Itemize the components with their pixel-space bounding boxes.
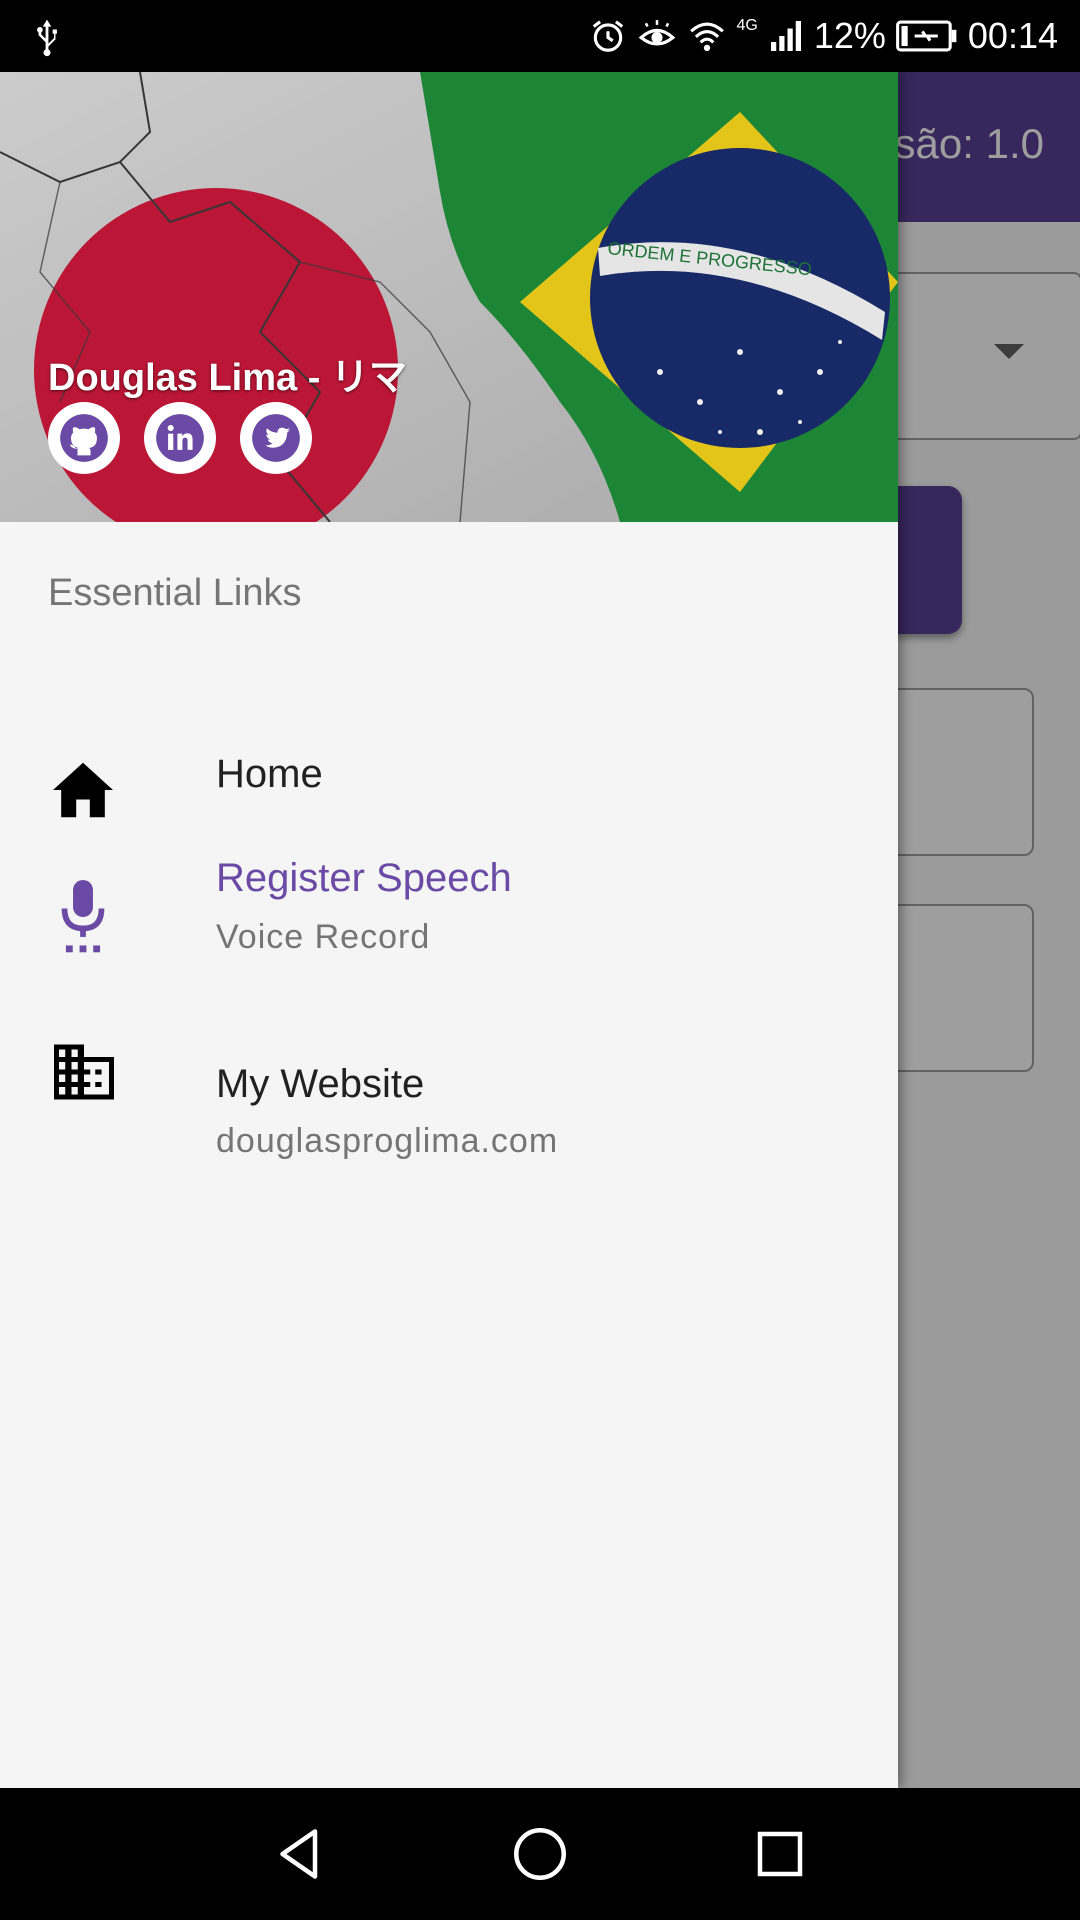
navigation-drawer: ORDEM E PROGRESSO Douglas Lima - リマ bbox=[0, 72, 898, 1788]
user-name: Douglas Lima - リマ bbox=[48, 357, 407, 399]
recents-icon[interactable] bbox=[750, 1824, 810, 1884]
menu-item-my-website[interactable]: My Website douglasproglima.com bbox=[0, 986, 898, 1160]
system-navigation-bar bbox=[0, 1788, 1080, 1920]
home-icon bbox=[53, 762, 113, 818]
clock: 00:14 bbox=[967, 15, 1058, 56]
signal-icon bbox=[770, 21, 801, 51]
alarm-icon bbox=[592, 20, 623, 52]
linkedin-button[interactable] bbox=[144, 402, 216, 474]
mic-icon bbox=[61, 880, 105, 953]
battery-percent: 12% bbox=[813, 15, 886, 56]
twitter-icon bbox=[252, 414, 300, 462]
menu-item-home[interactable]: Home bbox=[0, 712, 898, 852]
business-icon bbox=[54, 1044, 114, 1100]
battery-charging-icon bbox=[895, 20, 957, 52]
menu-item-subtitle: Voice Record bbox=[216, 918, 431, 956]
menu-item-title: My Website bbox=[216, 1062, 425, 1106]
linkedin-icon bbox=[156, 414, 204, 462]
flags-background-image: ORDEM E PROGRESSO bbox=[0, 72, 898, 522]
wifi-icon bbox=[689, 22, 724, 52]
menu-item-title: Home bbox=[216, 752, 323, 796]
section-title: Essential Links bbox=[48, 572, 302, 614]
status-bar: 4G 12% 00:14 bbox=[0, 0, 1080, 72]
menu-item-subtitle: douglasproglima.com bbox=[216, 1122, 559, 1160]
eye-comfort-icon bbox=[638, 20, 675, 46]
drawer-header: ORDEM E PROGRESSO Douglas Lima - リマ bbox=[0, 72, 898, 522]
github-button[interactable] bbox=[48, 402, 120, 474]
menu-item-title: Register Speech bbox=[216, 856, 512, 900]
home-nav-icon[interactable] bbox=[510, 1824, 570, 1884]
menu-item-register-speech[interactable]: Register Speech Voice Record bbox=[0, 832, 898, 982]
network-type: 4G bbox=[736, 17, 758, 34]
twitter-button[interactable] bbox=[240, 402, 312, 474]
usb-icon bbox=[37, 19, 57, 57]
github-icon bbox=[60, 414, 108, 462]
back-icon[interactable] bbox=[270, 1824, 330, 1884]
